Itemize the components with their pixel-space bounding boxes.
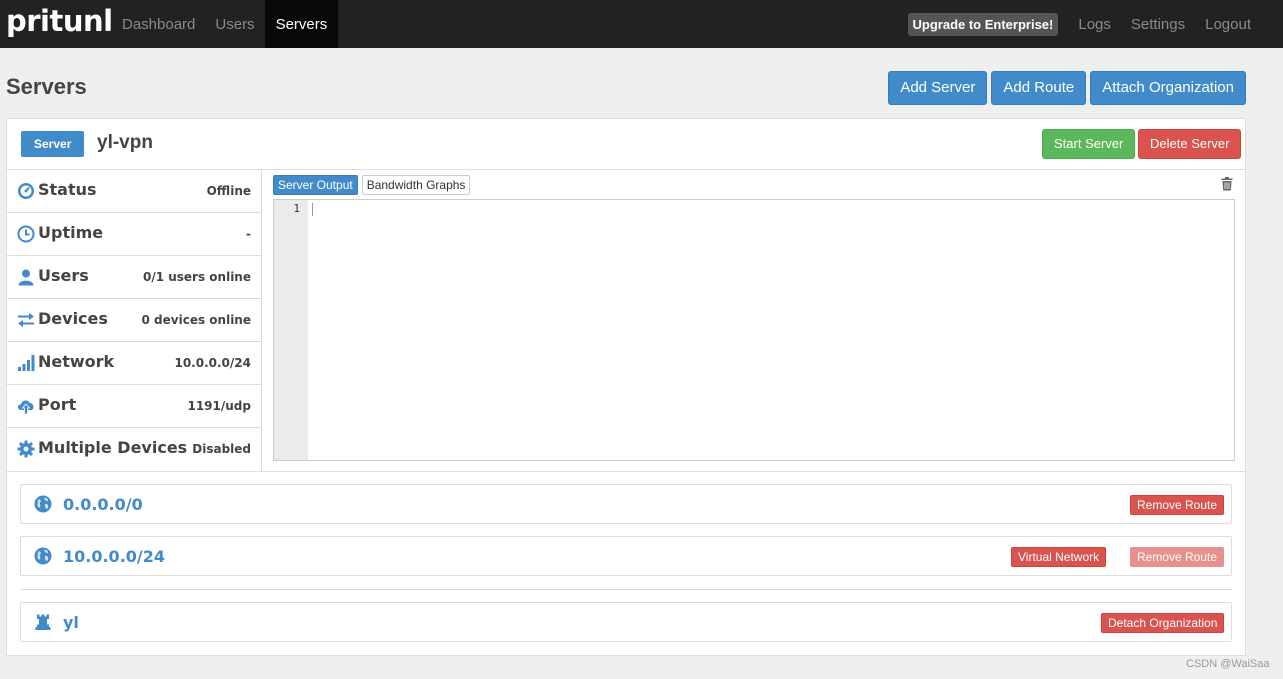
stat-value: 1191/udp <box>187 399 251 413</box>
stat-multiple-devices: Multiple Devices Disabled <box>7 428 261 471</box>
brand-logo[interactable]: pritunl <box>6 4 113 38</box>
route-network: 10.0.0.0/24 <box>63 547 166 566</box>
server-panel-header: Server yl-vpn Start Server Delete Server <box>7 119 1245 170</box>
attach-organization-button[interactable]: Attach Organization <box>1090 71 1246 105</box>
dashboard-icon <box>18 183 34 199</box>
remove-route-button-disabled[interactable]: Remove Route <box>1130 547 1225 567</box>
stat-label: Users <box>38 266 89 285</box>
transfer-icon <box>18 313 34 327</box>
line-number: 1 <box>293 202 300 215</box>
stat-label: Network <box>38 352 115 371</box>
navbar: pritunl Dashboard Users Servers Upgrade … <box>0 0 1283 48</box>
stat-label: Multiple Devices <box>38 438 188 457</box>
text-cursor <box>312 203 313 216</box>
detach-organization-button[interactable]: Detach Organization <box>1101 613 1225 633</box>
server-stats: Status Offline Uptime - Users 0/1 users … <box>7 170 262 471</box>
stat-label: Uptime <box>38 223 104 242</box>
stat-value: Disabled <box>192 442 251 456</box>
nav-users[interactable]: Users <box>205 0 264 48</box>
nav-logs[interactable]: Logs <box>1068 0 1121 48</box>
organization-name[interactable]: yl <box>63 613 79 632</box>
user-icon <box>18 269 34 286</box>
clock-icon <box>17 225 35 243</box>
editor-gutter: 1 <box>274 200 308 460</box>
header-actions: Add Server Add Route Attach Organization <box>888 71 1246 105</box>
nav-servers[interactable]: Servers <box>264 0 339 48</box>
output-tabs: Server Output Bandwidth Graphs <box>273 175 471 195</box>
nav-main: Dashboard Users Servers <box>112 0 339 48</box>
stat-label: Port <box>38 395 77 414</box>
page-title: Servers <box>6 74 87 99</box>
nav-dashboard[interactable]: Dashboard <box>112 0 205 48</box>
stat-value: 0/1 users online <box>142 270 251 284</box>
nav-right: Upgrade to Enterprise! Logs Settings Log… <box>907 0 1261 48</box>
remove-route-button[interactable]: Remove Route <box>1130 495 1225 515</box>
stat-value: - <box>246 227 251 241</box>
stat-value: 10.0.0.0/24 <box>174 356 251 370</box>
route-network: 0.0.0.0/0 <box>63 495 143 514</box>
upgrade-enterprise-button[interactable]: Upgrade to Enterprise! <box>907 12 1059 36</box>
route-item: 0.0.0.0/0 Remove Route <box>20 484 1232 524</box>
stat-network: Network 10.0.0.0/24 <box>7 342 261 385</box>
add-server-button[interactable]: Add Server <box>888 71 988 105</box>
route-item: 10.0.0.0/24 Virtual Network Remove Route <box>20 536 1232 576</box>
divider <box>20 589 1232 590</box>
signal-icon <box>18 355 35 371</box>
tab-bandwidth-graphs[interactable]: Bandwidth Graphs <box>361 175 471 195</box>
virtual-network-button[interactable]: Virtual Network <box>1011 547 1107 567</box>
cog-icon <box>17 440 35 458</box>
divider <box>7 471 1245 472</box>
server-name[interactable]: yl-vpn <box>97 132 153 154</box>
stat-label: Devices <box>38 309 108 328</box>
stat-uptime: Uptime - <box>7 213 261 256</box>
trash-icon[interactable] <box>1221 177 1233 191</box>
start-server-button[interactable]: Start Server <box>1042 129 1136 159</box>
watermark: CSDN @WaiSaa <box>1186 658 1270 670</box>
add-route-button[interactable]: Add Route <box>991 71 1087 105</box>
stat-value: 0 devices online <box>141 313 251 327</box>
stat-users: Users 0/1 users online <box>7 256 261 299</box>
rook-icon <box>35 614 51 630</box>
organization-item: yl Detach Organization <box>20 602 1232 642</box>
globe-icon <box>34 495 52 513</box>
stat-devices: Devices 0 devices online <box>7 299 261 342</box>
nav-logout[interactable]: Logout <box>1195 0 1261 48</box>
stat-label: Status <box>38 180 97 199</box>
stat-status: Status Offline <box>7 170 261 213</box>
server-output-editor[interactable]: 1 <box>273 199 1235 461</box>
globe-icon <box>34 547 52 565</box>
stat-port: Port 1191/udp <box>7 385 261 428</box>
delete-server-button[interactable]: Delete Server <box>1138 129 1242 159</box>
server-badge: Server <box>21 131 85 157</box>
tab-server-output[interactable]: Server Output <box>273 175 358 195</box>
server-panel: Server yl-vpn Start Server Delete Server… <box>6 118 1246 656</box>
nav-settings[interactable]: Settings <box>1121 0 1195 48</box>
cloud-upload-icon <box>18 400 34 415</box>
stat-value: Offline <box>206 184 251 198</box>
